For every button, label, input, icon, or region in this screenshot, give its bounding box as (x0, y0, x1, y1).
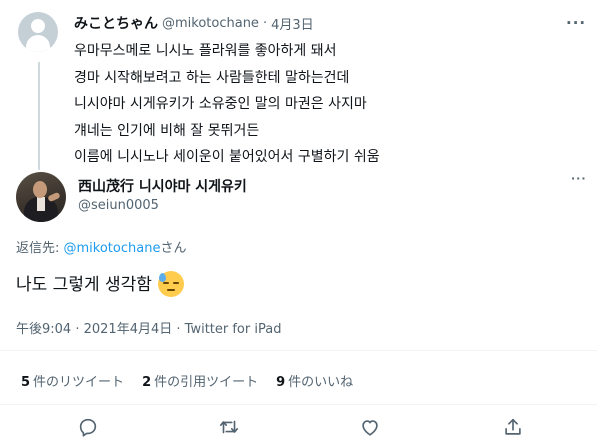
thread-connector-line (38, 62, 40, 170)
meta-separator: · (172, 322, 185, 337)
parent-tweet-line: 이름에 니시노나 세이운이 붙어있어서 구별하기 쉬움 (74, 149, 380, 165)
reply-display-name[interactable]: 西山茂行 니시야마 시게유키 (78, 176, 247, 196)
divider (0, 404, 597, 405)
retweet-icon[interactable] (218, 416, 240, 438)
default-avatar-head-icon (31, 19, 45, 33)
tweet-time[interactable]: 午後9:04 (16, 322, 71, 337)
divider (0, 350, 597, 351)
more-horizontal-icon[interactable]: ··· (566, 14, 586, 32)
retweet-count-link[interactable]: 5 件のリツイート (21, 371, 124, 390)
default-avatar-body-icon (26, 35, 50, 52)
parent-handle[interactable]: @mikotochane (162, 16, 259, 31)
more-horizontal-icon[interactable]: ··· (571, 172, 587, 185)
parent-separator: · (262, 15, 268, 31)
downcast-face-with-sweat-emoji-icon (157, 271, 184, 297)
meta-separator: · (71, 322, 84, 337)
parent-tweet-line: 우마무스메로 니시노 플라워를 좋아하게 돼서 (74, 43, 337, 59)
parent-tweet-text: 우마무스메로 니시노 플라워를 좋아하게 돼서 경마 시작해보려고 하는 사람들… (74, 38, 380, 171)
replying-to: 返信先: @mikotochaneさん (16, 237, 186, 256)
parent-avatar[interactable] (18, 12, 58, 52)
like-icon[interactable] (359, 416, 381, 438)
tweet-action-bar (0, 416, 597, 440)
reply-avatar[interactable] (16, 172, 66, 222)
parent-tweet-line: 니시야마 시게유키가 소유중인 말의 마권은 사지마 (74, 96, 367, 112)
parent-date[interactable]: 4月3日 (271, 14, 314, 33)
reply-handle[interactable]: @seiun0005 (78, 198, 159, 213)
quote-tweet-count-link[interactable]: 2 件の引用ツイート (142, 371, 258, 390)
tweet-date[interactable]: 2021年4月4日 (84, 322, 173, 337)
parent-tweet-line: 걔네는 인기에 비해 잘 못뛰거든 (74, 122, 260, 139)
reply-text: 나도 그렇게 생각함 (16, 275, 152, 295)
tweet-meta: 午後9:04 · 2021年4月4日 · Twitter for iPad (16, 318, 281, 337)
tweet-source[interactable]: Twitter for iPad (185, 322, 282, 337)
share-icon[interactable] (502, 416, 524, 438)
parent-tweet-line: 경마 시작해보려고 하는 사람들한테 말하는건데 (74, 69, 350, 86)
parent-tweet-header: みことちゃん @mikotochane · 4月3日 (74, 13, 314, 33)
reply-tweet-text: 나도 그렇게 생각함 (16, 268, 184, 297)
parent-display-name[interactable]: みことちゃん (74, 13, 158, 33)
like-count-link[interactable]: 9 件のいいね (276, 371, 353, 390)
reply-icon[interactable] (77, 416, 99, 438)
replying-suffix: さん (160, 241, 187, 256)
replying-prefix: 返信先: (16, 241, 64, 256)
replying-mention-link[interactable]: @mikotochane (64, 241, 161, 256)
tweet-stats: 5 件のリツイート 2 件の引用ツイート 9 件のいいね (21, 371, 371, 390)
